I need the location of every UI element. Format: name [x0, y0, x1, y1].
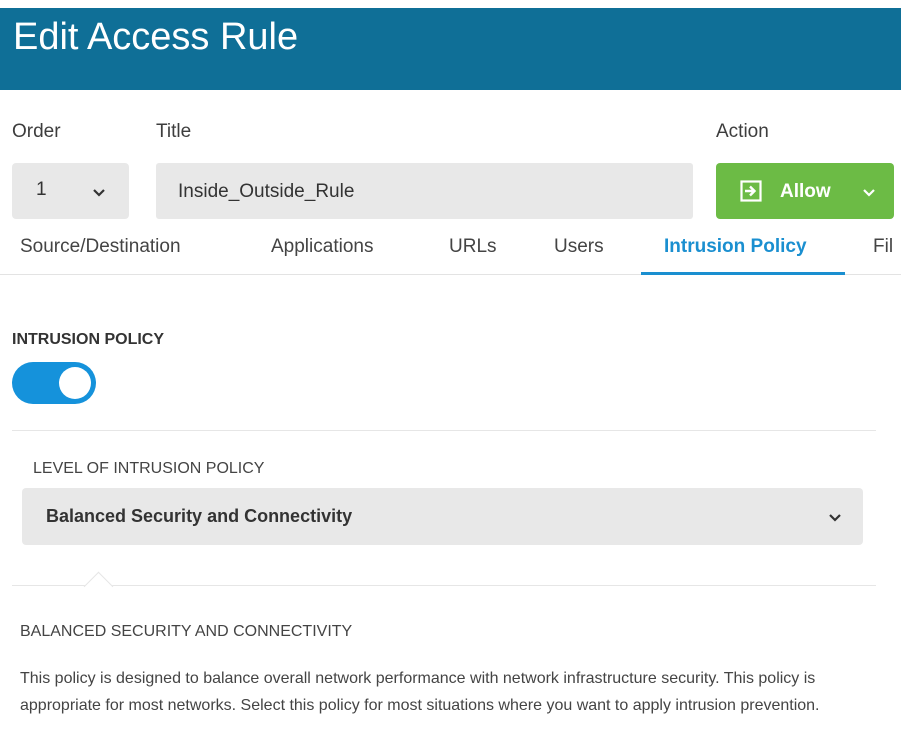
intrusion-level-select[interactable]: Balanced Security and Connectivity: [22, 488, 863, 545]
intrusion-policy-toggle[interactable]: [12, 362, 96, 404]
description-title: BALANCED SECURITY AND CONNECTIVITY: [20, 623, 353, 640]
intrusion-level-value: Balanced Security and Connectivity: [46, 506, 353, 526]
title-input[interactable]: Inside_Outside_Rule: [156, 163, 693, 219]
tab-file-policy[interactable]: Fil: [873, 236, 893, 258]
intrusion-policy-heading: INTRUSION POLICY: [12, 331, 165, 348]
divider: [12, 430, 876, 431]
active-tab-indicator: [641, 272, 845, 275]
chevron-down-icon: [862, 185, 876, 203]
action-allow-button[interactable]: Allow: [716, 163, 894, 219]
description-text: This policy is designed to balance overa…: [20, 670, 820, 714]
title-value: Inside_Outside_Rule: [178, 181, 355, 202]
tab-users[interactable]: Users: [554, 236, 604, 258]
tab-applications[interactable]: Applications: [271, 236, 373, 258]
toggle-knob: [59, 367, 91, 399]
order-label: Order: [12, 121, 61, 142]
order-value: 1: [36, 179, 47, 200]
action-allow-label: Allow: [780, 181, 831, 202]
allow-icon: [740, 180, 762, 207]
tab-source-destination[interactable]: Source/Destination: [20, 236, 181, 258]
divider: [12, 585, 876, 586]
chevron-down-icon: [828, 510, 842, 528]
level-of-intrusion-policy-label: LEVEL OF INTRUSION POLICY: [33, 460, 265, 477]
pointer-caret: [83, 571, 114, 602]
tab-urls[interactable]: URLs: [449, 236, 497, 258]
order-select[interactable]: 1: [12, 163, 129, 219]
page-title: Edit Access Rule: [13, 16, 299, 58]
chevron-down-icon: [92, 185, 106, 203]
tab-bar: Source/Destination Applications URLs Use…: [0, 222, 901, 275]
action-label: Action: [716, 121, 769, 142]
tab-intrusion-policy[interactable]: Intrusion Policy: [664, 236, 807, 258]
header-bar: Edit Access Rule: [0, 8, 901, 90]
title-label: Title: [156, 121, 192, 142]
